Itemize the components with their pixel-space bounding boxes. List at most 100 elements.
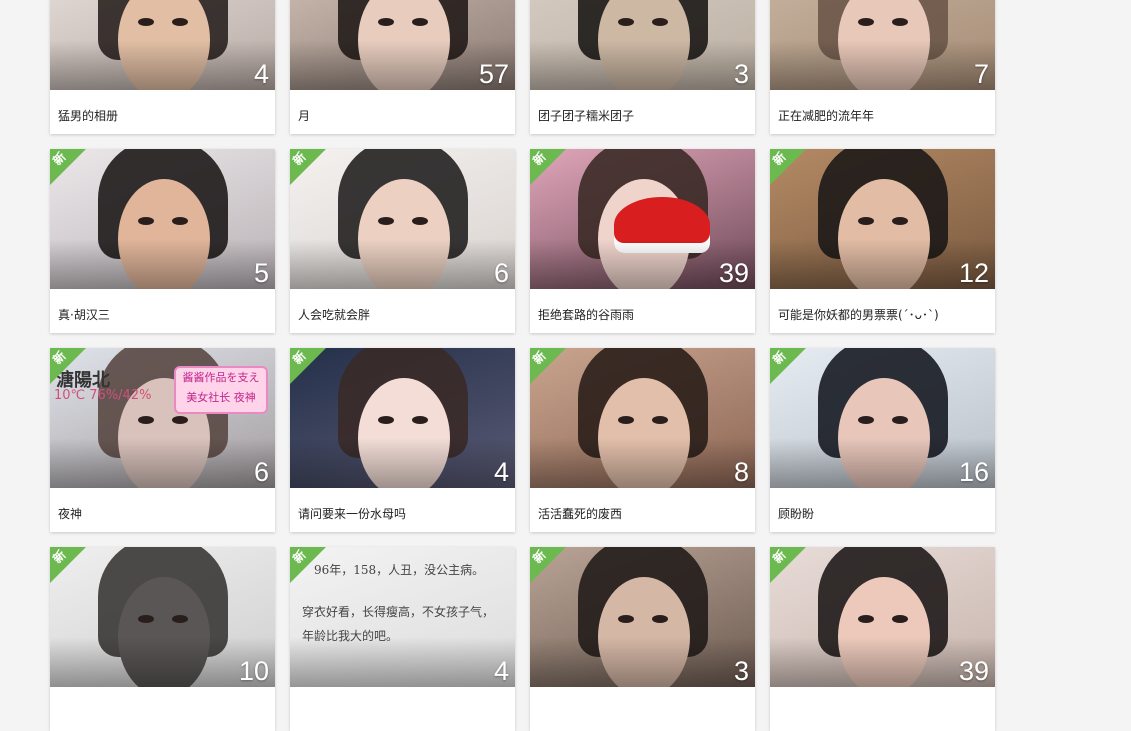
album-cover-photo[interactable]: 新 39 [770,547,995,687]
cover-eye-shape [172,217,188,225]
cover-eye-shape [892,416,908,424]
album-cover-photo[interactable]: 4 [50,0,275,90]
album-name[interactable]: 拒绝套路的谷雨雨 [538,306,748,323]
photo-count: 57 [478,59,509,89]
cover-eye-shape [378,416,394,424]
cover-gradient-overlay [290,438,515,488]
album-name[interactable]: 可能是你妖都的男票票(´･ᴗ･`) [778,306,988,323]
album-cover-photo[interactable]: 7 [770,0,995,90]
cover-eye-shape [618,416,634,424]
cover-eye-shape [892,615,908,623]
cover-eye-shape [172,615,188,623]
cover-eye-shape [172,18,188,26]
cover-gradient-overlay [50,438,275,488]
album-card[interactable]: 7 正在减肥的流年年 [770,0,995,134]
album-cover-photo[interactable]: 57 [290,0,515,90]
album-card[interactable]: 新 8 活活蠢死的废西 [530,348,755,532]
cover-eye-shape [138,18,154,26]
album-name[interactable]: 正在减肥的流年年 [778,107,988,124]
album-name[interactable]: 猛男的相册 [58,107,268,124]
cover-gradient-overlay [770,40,995,90]
cover-eye-shape [858,217,874,225]
cover-eye-shape [378,18,394,26]
album-name[interactable]: 夜神 [58,505,268,522]
album-name[interactable]: 真·胡汉三 [58,306,268,323]
cover-eye-shape [412,217,428,225]
weather-temp-text: 10℃ 76%/42% [54,388,152,403]
cover-gradient-overlay [530,40,755,90]
album-cover-photo[interactable]: 新5 [50,149,275,289]
album-name[interactable]: 顾盼盼 [778,505,988,522]
cover-gradient-overlay [530,637,755,687]
photo-count: 10 [238,656,269,686]
album-card[interactable]: 新 10 [50,547,275,731]
album-card[interactable]: 新 39 拒绝套路的谷雨雨 [530,149,755,333]
cover-eye-shape [858,615,874,623]
album-name[interactable]: 人会吃就会胖 [298,306,508,323]
cover-eye-shape [652,416,668,424]
cover-eye-shape [412,18,428,26]
album-cover-photo[interactable]: 新 39 [530,149,755,289]
album-card[interactable]: 新 12 可能是你妖都的男票票(´･ᴗ･`) [770,149,995,333]
album-card[interactable]: 57 月 [290,0,515,134]
cover-eye-shape [858,18,874,26]
album-cover-photo[interactable]: 新3 [530,547,755,687]
photo-count: 39 [958,656,989,686]
cover-eye-shape [652,615,668,623]
photo-count: 8 [733,457,749,487]
album-card[interactable]: 溏陽北 10℃ 76%/42% 酱酱作品を支え 美女社长 夜神新 6 夜神 [50,348,275,532]
album-cover-photo[interactable]: 96年，158，人丑，没公主病。 穿衣好看，长得瘦高，不女孩子气， 年龄比我大的吧。… [290,547,515,687]
album-card[interactable]: 新3 [530,547,755,731]
photo-count: 12 [958,258,989,288]
cover-eye-shape [138,217,154,225]
cover-gradient-overlay [290,637,515,687]
album-name[interactable]: 团子团子糯米团子 [538,107,748,124]
photo-count: 6 [493,258,509,288]
cover-eye-shape [858,416,874,424]
album-card[interactable]: 新 16 顾盼盼 [770,348,995,532]
album-name[interactable]: 月 [298,107,508,124]
cover-eye-shape [138,615,154,623]
album-card[interactable]: 新 39 [770,547,995,731]
sign-line-2: 美女社长 夜神 [186,391,256,404]
album-cover-photo[interactable]: 溏陽北 10℃ 76%/42% 酱酱作品を支え 美女社长 夜神新 6 [50,348,275,488]
cover-gradient-overlay [530,438,755,488]
pink-sign-sticker: 酱酱作品を支え 美女社长 夜神 [174,366,268,414]
cover-eye-shape [138,416,154,424]
album-card[interactable]: 4 猛男的相册 [50,0,275,134]
cover-eye-shape [172,416,188,424]
cover-eye-shape [652,18,668,26]
album-card[interactable]: 新 4 请问要来一份水母吗 [290,348,515,532]
album-card[interactable]: 3 团子团子糯米团子 [530,0,755,134]
photo-count: 6 [253,457,269,487]
album-cover-photo[interactable]: 新4 [290,348,515,488]
cover-eye-shape [412,416,428,424]
album-card[interactable]: 新 5 真·胡汉三 [50,149,275,333]
cover-eye-shape [892,217,908,225]
album-cover-photo[interactable]: 新6 [290,149,515,289]
photo-count: 4 [493,656,509,686]
cover-eye-shape [378,217,394,225]
cover-gradient-overlay [50,40,275,90]
photo-count: 3 [733,59,749,89]
album-cover-photo[interactable]: 新 12 [770,149,995,289]
album-cover-photo[interactable]: 新 16 [770,348,995,488]
cover-eye-shape [892,18,908,26]
handwritten-note-line: 穿衣好看，长得瘦高，不女孩子气， [302,605,495,619]
photo-count: 16 [958,457,989,487]
album-card[interactable]: 96年，158，人丑，没公主病。 穿衣好看，长得瘦高，不女孩子气， 年龄比我大的吧。… [290,547,515,731]
photo-count: 4 [253,59,269,89]
album-card[interactable]: 新 6 人会吃就会胖 [290,149,515,333]
album-grid: 4 猛男的相册 57 月 3 团子团子糯米团子 7 正在减肥的流年年新 5 真·胡汉三 新 6 人会吃就… [0,0,1131,731]
album-name[interactable]: 活活蠢死的废西 [538,505,748,522]
album-cover-photo[interactable]: 新 10 [50,547,275,687]
handwritten-note-line: 96年，158，人丑，没公主病。 [314,563,485,577]
album-name[interactable]: 请问要来一份水母吗 [298,505,508,522]
cover-eye-shape [618,18,634,26]
cover-gradient-overlay [50,239,275,289]
cover-gradient-overlay [290,239,515,289]
cover-eye-shape [618,615,634,623]
album-cover-photo[interactable]: 新8 [530,348,755,488]
album-cover-photo[interactable]: 3 [530,0,755,90]
sign-line-1: 酱酱作品を支え [182,371,260,384]
